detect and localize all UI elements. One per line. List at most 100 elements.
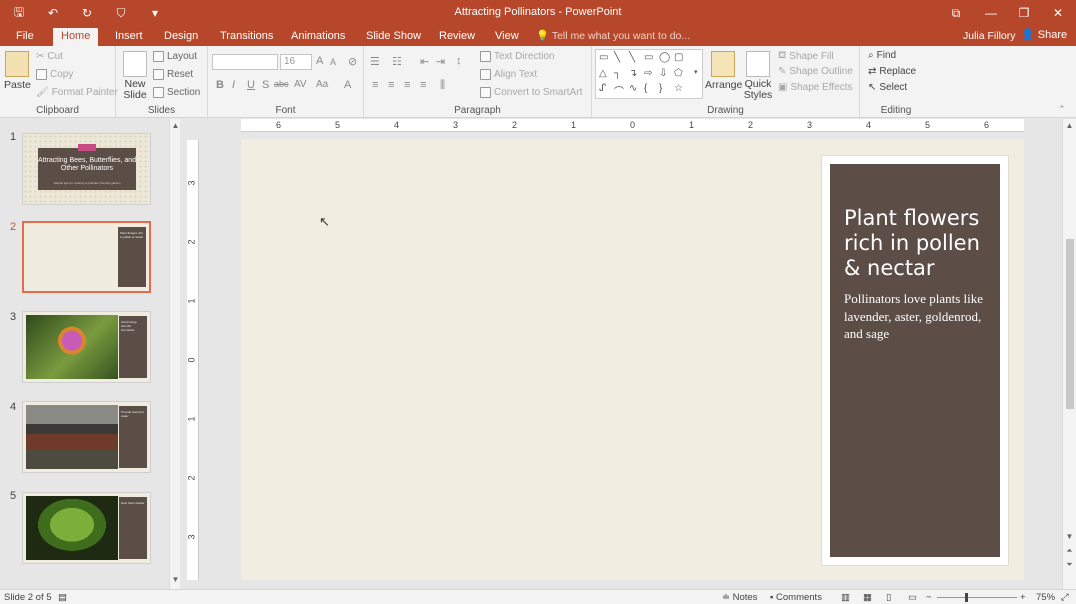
shrink-font-icon[interactable]: A [330, 57, 336, 67]
slide-thumbnail-1[interactable]: Attracting Bees, Butterflies, and Other … [22, 133, 151, 205]
flowchart-shape-icon[interactable]: ⬠ [674, 68, 683, 79]
replace-button[interactable]: ⇄ Replace [868, 66, 916, 77]
scroll-up-icon[interactable]: ▲ [170, 121, 181, 130]
right-brace-shape-icon[interactable]: } [659, 83, 662, 94]
shape-fill-button[interactable]: ⛾ Shape Fill [778, 50, 834, 63]
slide-title[interactable]: Plant flowers rich in pollen & nectar [844, 206, 994, 281]
font-color-button[interactable]: A [344, 79, 351, 91]
slide-body[interactable]: Pollinators love plants like lavender, a… [844, 290, 994, 343]
minimize-button[interactable]: — [979, 3, 1003, 23]
share-button[interactable]: 👤 Share [1021, 28, 1067, 41]
left-brace-shape-icon[interactable]: { [644, 83, 647, 94]
zoom-level[interactable]: 75% [1036, 592, 1055, 603]
grow-font-icon[interactable]: A [316, 55, 323, 67]
tab-file[interactable]: File [8, 28, 42, 46]
collapse-ribbon-icon[interactable]: ⌃ [1058, 104, 1066, 115]
scroll-thumb[interactable] [1066, 239, 1074, 409]
align-left-icon[interactable]: ≡ [372, 79, 378, 91]
textbox-shape-icon[interactable]: ▭ [599, 52, 608, 63]
down-arrow-shape-icon[interactable]: ⇩ [659, 68, 667, 79]
freeform-shape-icon[interactable]: ᔑ [599, 83, 606, 94]
layout-button[interactable]: Layout [153, 51, 197, 62]
align-right-icon[interactable]: ≡ [404, 79, 410, 91]
decrease-indent-icon[interactable]: ⇤ [420, 55, 429, 68]
tab-view[interactable]: View [487, 28, 527, 46]
elbow-arrow-icon[interactable]: ↴ [629, 68, 637, 79]
paste-button[interactable]: Paste [4, 51, 31, 91]
reading-view-icon[interactable]: ▯ [886, 592, 891, 603]
elbow-connector-icon[interactable]: ┐ [614, 68, 621, 79]
slide-thumbnail-2[interactable]: Plant flowers rich in pollen & nectar [22, 221, 151, 293]
arrow-line-shape-icon[interactable]: ╲ [629, 52, 635, 63]
text-direction-button[interactable]: Text Direction [480, 51, 555, 62]
character-spacing-button[interactable]: AV [294, 79, 307, 90]
tab-review[interactable]: Review [431, 28, 483, 46]
tab-insert[interactable]: Insert [107, 28, 151, 46]
copy-button[interactable]: Copy [36, 69, 73, 80]
oval-shape-icon[interactable]: ◯ [659, 52, 670, 63]
rectangle-shape-icon[interactable]: ▭ [644, 52, 653, 63]
thumbnails-scrollbar[interactable]: ▲ ▼ [169, 119, 180, 589]
fit-slide-icon[interactable]: ⤢ [1061, 592, 1069, 603]
tab-home[interactable]: Home [53, 28, 99, 46]
select-button[interactable]: ↖ Select [868, 82, 907, 93]
notes-button[interactable]: ≐ Notes [722, 592, 757, 603]
cut-button[interactable]: ✂ Cut [36, 51, 63, 62]
zoom-slider[interactable] [937, 597, 1017, 598]
shadow-button[interactable]: S [262, 79, 269, 91]
slide-sorter-icon[interactable]: ▦ [863, 592, 872, 603]
change-case-button[interactable]: Aa [316, 79, 328, 90]
normal-view-icon[interactable]: ▥ [841, 592, 850, 603]
convert-smartart-button[interactable]: Convert to SmartArt [480, 87, 582, 98]
bold-button[interactable]: B [216, 79, 224, 91]
close-button[interactable]: ✕ [1046, 3, 1070, 23]
star-shape-icon[interactable]: ☆ [674, 83, 683, 94]
zoom-out-icon[interactable]: − [926, 592, 932, 603]
restore-button[interactable]: ❐ [1012, 3, 1036, 23]
slideshow-view-icon[interactable]: ▭ [908, 592, 917, 603]
strikethrough-button[interactable]: abc [274, 79, 289, 89]
zoom-slider-knob[interactable] [965, 593, 968, 602]
next-slide-icon[interactable]: ⏷ [1064, 560, 1075, 570]
font-size-box[interactable]: 16 [280, 54, 312, 70]
curve-shape-icon[interactable]: ∿ [629, 83, 637, 94]
italic-button[interactable]: I [232, 79, 235, 91]
slide-thumbnail-4[interactable]: Provide food and water [22, 401, 151, 473]
line-shape-icon[interactable]: ╲ [614, 52, 620, 63]
align-text-button[interactable]: Align Text [480, 69, 537, 80]
ribbon-display-icon[interactable]: ⧉ [944, 3, 968, 23]
tab-slide-show[interactable]: Slide Show [358, 28, 429, 46]
justify-icon[interactable]: ≡ [420, 79, 426, 91]
shape-effects-button[interactable]: ▣ Shape Effects [778, 82, 853, 93]
shapes-gallery[interactable]: ▭ ╲ ╲ ▭ ◯ ▢ △ ┐ ↴ ⇨ ⇩ ⬠ ᔑ ⌒ ∿ { } ☆ ▾ [595, 49, 703, 99]
tell-me-search[interactable]: 💡 Tell me what you want to do... [536, 29, 690, 42]
user-name[interactable]: Julia Fillory [963, 30, 1016, 42]
underline-button[interactable]: U [247, 79, 255, 91]
slide-thumbnail-3[interactable]: Avoid using harmful chemicals [22, 311, 151, 383]
format-painter-button[interactable]: 🖌 Format Painter [36, 87, 118, 98]
quick-styles-button[interactable]: Quick Styles [741, 51, 775, 101]
scroll-down-icon[interactable]: ▼ [170, 575, 181, 584]
shape-outline-button[interactable]: ✎ Shape Outline [778, 66, 853, 77]
align-center-icon[interactable]: ≡ [388, 79, 394, 91]
line-spacing-icon[interactable]: ↕ [456, 55, 462, 67]
spelling-icon[interactable]: ▤ [58, 592, 67, 603]
rounded-rect-shape-icon[interactable]: ▢ [674, 52, 683, 63]
gallery-more-icon[interactable]: ▾ [694, 68, 698, 76]
triangle-shape-icon[interactable]: △ [599, 68, 607, 79]
zoom-in-icon[interactable]: + [1020, 592, 1026, 603]
scroll-up-icon[interactable]: ▲ [1064, 121, 1075, 130]
increase-indent-icon[interactable]: ⇥ [436, 55, 445, 68]
comments-button[interactable]: ▪ Comments [770, 592, 822, 603]
canvas-scrollbar[interactable]: ▲ ▼ ⏶ ⏷ [1062, 119, 1076, 589]
numbering-icon[interactable]: ☷ [392, 55, 402, 68]
tab-design[interactable]: Design [156, 28, 206, 46]
reset-button[interactable]: Reset [153, 69, 193, 80]
arc-shape-icon[interactable]: ⌒ [614, 83, 624, 98]
previous-slide-icon[interactable]: ⏶ [1064, 546, 1075, 556]
columns-icon[interactable]: ⫼ [440, 79, 445, 92]
right-arrow-shape-icon[interactable]: ⇨ [644, 68, 652, 79]
new-slide-button[interactable]: New Slide [120, 51, 150, 101]
clear-formatting-icon[interactable]: ⊘ [348, 55, 357, 68]
scroll-down-icon[interactable]: ▼ [1064, 532, 1075, 541]
